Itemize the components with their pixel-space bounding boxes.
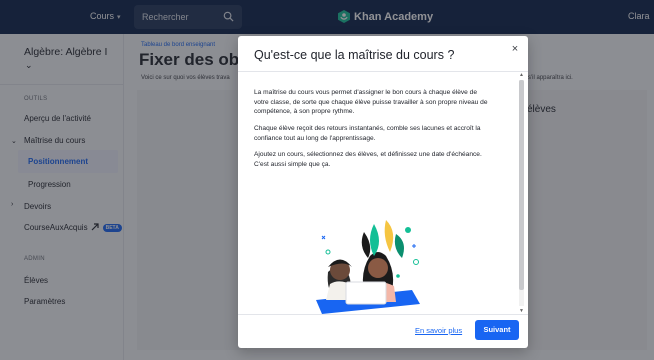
dialog-paragraph: Ajoutez un cours, sélectionnez des élève… xyxy=(254,151,482,168)
dialog-scrollbar[interactable]: ▲ ▼ xyxy=(519,72,524,314)
scrollbar-thumb[interactable] xyxy=(519,80,524,290)
scroll-up-icon[interactable]: ▲ xyxy=(519,72,524,78)
dialog-divider xyxy=(238,314,528,315)
dialog-title: Qu'est-ce que la maîtrise du cours ? xyxy=(254,48,455,62)
next-button[interactable]: Suivant xyxy=(475,320,519,340)
learn-more-link[interactable]: En savoir plus xyxy=(415,326,462,335)
dialog-paragraph: La maîtrise du cours vous permet d'assig… xyxy=(254,89,488,116)
students-with-laptop-illustration xyxy=(316,220,420,314)
dialog-paragraph: Chaque élève reçoit des retours instanta… xyxy=(254,125,481,142)
close-icon[interactable]: × xyxy=(509,43,521,55)
dialog-body: La maîtrise du cours vous permet d'assig… xyxy=(238,72,528,314)
course-mastery-dialog: Qu'est-ce que la maîtrise du cours ? × L… xyxy=(238,36,528,348)
